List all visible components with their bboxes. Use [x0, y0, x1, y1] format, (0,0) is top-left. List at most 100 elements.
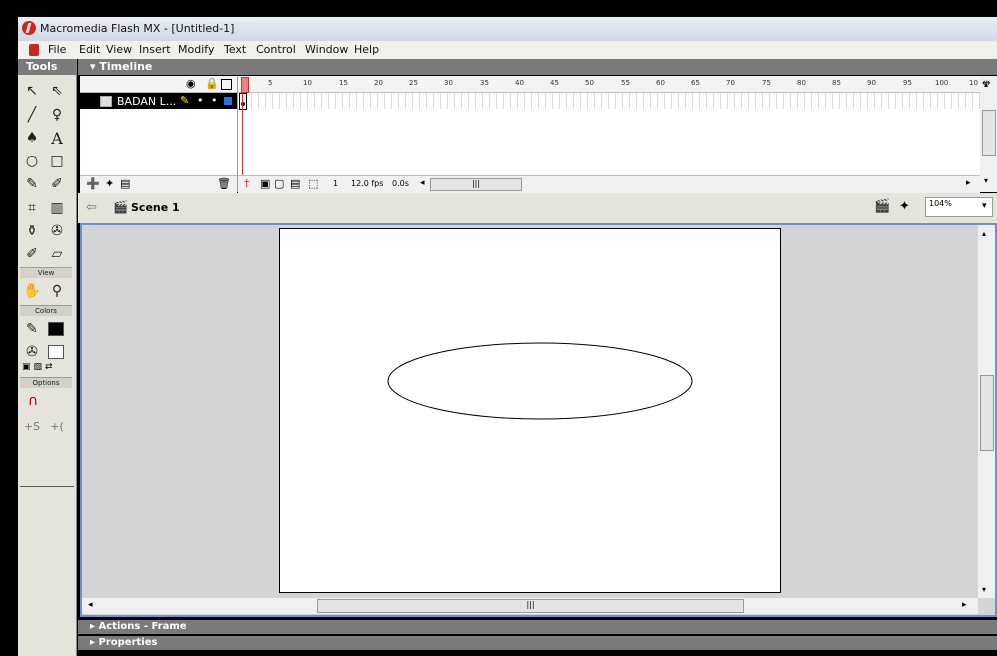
- menu-window[interactable]: Window: [305, 43, 348, 56]
- ruler-label: 100: [935, 79, 949, 87]
- frame-rate[interactable]: 12.0 fps: [351, 179, 383, 188]
- text-tool-icon[interactable]: A: [46, 127, 68, 149]
- ink-bottle-tool-icon[interactable]: ⚱: [21, 220, 43, 242]
- scroll-left-icon[interactable]: ◂: [420, 178, 425, 188]
- scroll-down-icon[interactable]: ▾: [982, 585, 986, 594]
- menu-help[interactable]: Help: [354, 43, 379, 56]
- scroll-up-icon[interactable]: ▴: [982, 229, 986, 238]
- edit-symbols-icon[interactable]: ✦: [899, 199, 910, 214]
- menu-view[interactable]: View: [106, 43, 132, 56]
- outline-icon[interactable]: [221, 79, 232, 90]
- stroke-color-icon[interactable]: ✎: [21, 318, 43, 340]
- ruler-label: 30: [444, 79, 453, 87]
- fill-color-icon[interactable]: ✇: [21, 341, 43, 363]
- ruler-label: 65: [691, 79, 700, 87]
- pencil-tool-icon[interactable]: ✎: [21, 173, 43, 195]
- timeline-vertical-scrollbar[interactable]: ▴ ▾: [980, 76, 997, 192]
- subselect-tool-icon[interactable]: ⇖: [46, 80, 68, 102]
- scroll-right-icon[interactable]: ▸: [962, 600, 967, 610]
- scene-name[interactable]: Scene 1: [131, 201, 180, 214]
- document-icon[interactable]: [29, 44, 39, 56]
- menu-modify[interactable]: Modify: [178, 43, 214, 56]
- edit-bar: ⇦ 🎬 Scene 1 🎬 ✦ 104% ▾: [78, 193, 997, 223]
- tools-header[interactable]: Tools: [18, 59, 76, 75]
- edit-multiple-icon[interactable]: ▤: [290, 177, 300, 190]
- pen-tool-icon[interactable]: ♠: [21, 127, 43, 149]
- lasso-tool-icon[interactable]: ♀: [46, 104, 68, 126]
- timeline-header[interactable]: ▾ Timeline: [78, 59, 997, 75]
- stroke-color-swatch[interactable]: [48, 322, 64, 336]
- menu-file[interactable]: File: [48, 43, 66, 56]
- lock-icon[interactable]: 🔒: [205, 77, 219, 90]
- stage-hscroll-thumb[interactable]: |||: [317, 599, 744, 613]
- properties-panel-title: ▸ Properties: [90, 637, 158, 648]
- zoom-select[interactable]: 104% ▾: [925, 197, 993, 217]
- zoom-tool-icon[interactable]: ⚲: [46, 280, 68, 302]
- playhead-line: [242, 93, 243, 175]
- ruler-label: 20: [374, 79, 383, 87]
- back-arrow-icon[interactable]: ⇦: [86, 200, 97, 215]
- add-layer-icon[interactable]: ➕: [86, 177, 100, 190]
- stage-vertical-scrollbar[interactable]: ▴ ▾: [978, 225, 995, 598]
- free-transform-tool-icon[interactable]: ⌗: [21, 197, 43, 219]
- edit-scene-icon[interactable]: 🎬: [874, 199, 890, 214]
- ruler-label: 90: [867, 79, 876, 87]
- add-guide-icon[interactable]: ✦: [105, 177, 114, 190]
- fill-color-swatch[interactable]: [48, 345, 64, 359]
- actions-panel-header[interactable]: ▸ Actions - Frame: [78, 620, 997, 634]
- center-frame-icon[interactable]: †: [244, 177, 250, 190]
- menu-control[interactable]: Control: [256, 43, 296, 56]
- stage-vscroll-thumb[interactable]: [980, 375, 994, 451]
- scroll-right-icon[interactable]: ▸: [966, 178, 971, 188]
- eyedropper-tool-icon[interactable]: ✐: [21, 243, 43, 265]
- onion-skin-icon[interactable]: ▣: [260, 177, 270, 190]
- properties-panel-header[interactable]: ▸ Properties: [78, 636, 997, 650]
- timeline-status: † ▣ ▢ ▤ ⬚ 1 12.0 fps 0.0s ◂ ||| ▸: [238, 175, 980, 193]
- trash-icon[interactable]: 🗑: [217, 177, 231, 190]
- color-controls[interactable]: ▣▧⇄: [22, 362, 68, 374]
- onion-outline-icon[interactable]: ▢: [274, 177, 284, 190]
- scroll-down-icon[interactable]: ▾: [984, 176, 988, 185]
- frame-view-icon[interactable]: ⇹: [982, 78, 990, 89]
- layer-name[interactable]: BADAN L...: [117, 95, 176, 108]
- frame-ruler[interactable]: 5 10 15 20 25 30 35 40 45 50 55 60 65 70…: [238, 76, 980, 93]
- magnet-icon[interactable]: ∩: [22, 390, 44, 412]
- layer-color-box[interactable]: [224, 97, 232, 105]
- flash-logo-icon: [22, 21, 36, 35]
- tools-divider: [20, 486, 74, 487]
- ruler-label: 70: [726, 79, 735, 87]
- stage-canvas[interactable]: [279, 228, 781, 593]
- rectangle-tool-icon[interactable]: □: [46, 150, 68, 172]
- ruler-label: 25: [409, 79, 418, 87]
- straighten-icon[interactable]: +(: [46, 415, 68, 437]
- onion-markers-icon[interactable]: ⬚: [308, 177, 318, 190]
- visible-dot[interactable]: •: [197, 94, 204, 107]
- timeline-scroll-thumb[interactable]: |||: [430, 178, 522, 191]
- add-folder-icon[interactable]: ▤: [120, 177, 130, 190]
- line-tool-icon[interactable]: ╱: [21, 104, 43, 126]
- smooth-icon[interactable]: +S: [21, 415, 43, 437]
- menu-text[interactable]: Text: [224, 43, 246, 56]
- lock-dot[interactable]: •: [211, 94, 218, 107]
- eraser-tool-icon[interactable]: ▱: [46, 243, 68, 265]
- ruler-label: 10: [303, 79, 312, 87]
- arrow-tool-icon[interactable]: ↖: [21, 80, 43, 102]
- fill-transform-tool-icon[interactable]: ▥: [46, 197, 68, 219]
- oval-tool-icon[interactable]: ○: [21, 150, 43, 172]
- scroll-left-icon[interactable]: ◂: [88, 600, 93, 610]
- frame-row[interactable]: [238, 93, 980, 110]
- layer-row[interactable]: BADAN L... ✎ • •: [80, 93, 237, 109]
- menu-edit[interactable]: Edit: [79, 43, 100, 56]
- menu-insert[interactable]: Insert: [139, 43, 171, 56]
- timeline-vscroll-thumb[interactable]: [982, 110, 996, 156]
- eye-icon[interactable]: ◉: [186, 77, 196, 90]
- stage-horizontal-scrollbar[interactable]: ◂ ||| ▸: [82, 598, 978, 614]
- keyframe[interactable]: [239, 93, 247, 110]
- playhead[interactable]: [241, 77, 249, 93]
- ruler-label: 10: [969, 79, 978, 87]
- brush-tool-icon[interactable]: ✐: [46, 173, 68, 195]
- paint-bucket-tool-icon[interactable]: ✇: [46, 220, 68, 242]
- view-section-label: View: [20, 267, 72, 278]
- hand-tool-icon[interactable]: ✋: [21, 280, 43, 302]
- ellipse-shape[interactable]: [387, 342, 693, 420]
